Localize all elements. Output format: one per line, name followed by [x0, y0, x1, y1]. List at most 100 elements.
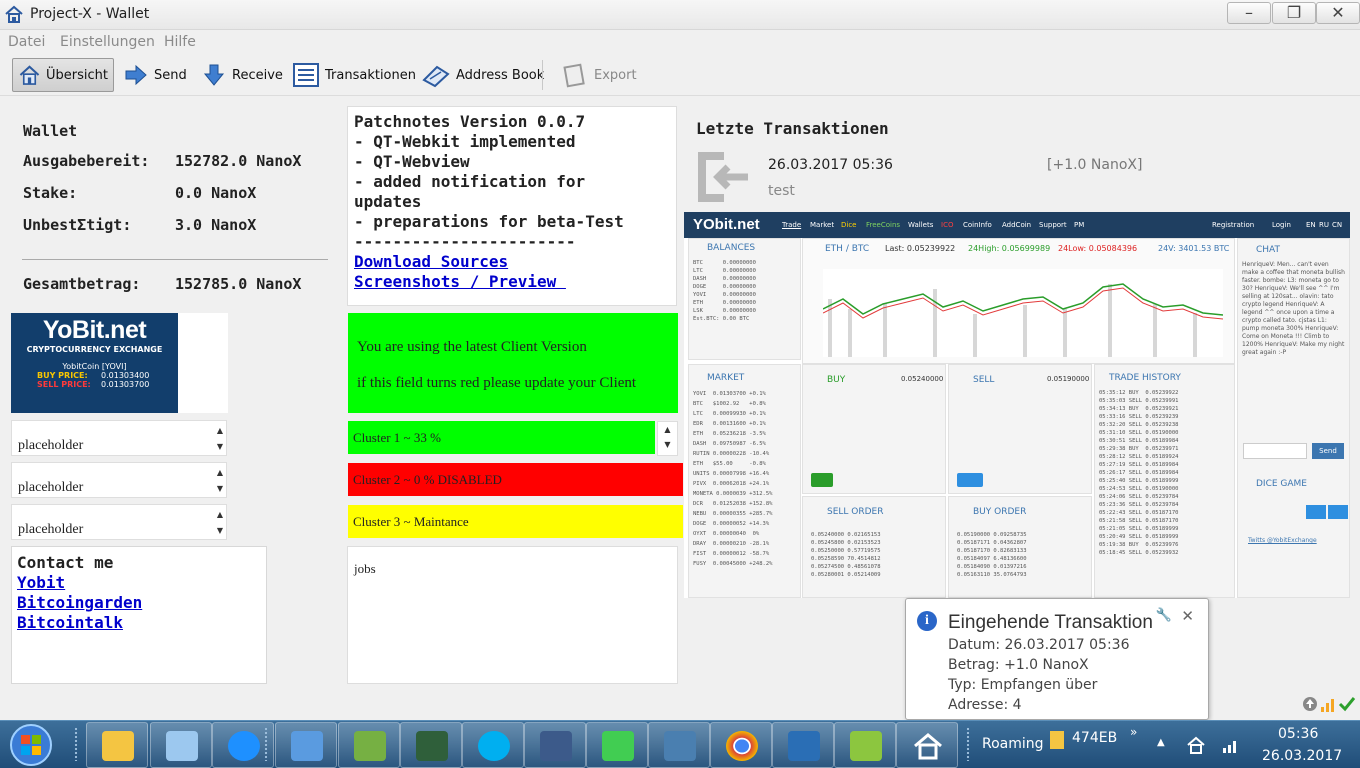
yobit-nav-market[interactable]: Market: [810, 221, 834, 229]
bitcointalk-link[interactable]: Bitcointalk: [17, 613, 123, 632]
start-button-icon[interactable]: [6, 723, 56, 767]
notification-date: Datum: 26.03.2017 05:36: [948, 637, 1130, 653]
yobit-link[interactable]: Yobit: [17, 573, 65, 592]
yobit-lang-ru[interactable]: RU: [1319, 221, 1329, 229]
yobit-trade-history-rows: 05:35:12 BUY 0.05239922 05:35:03 SELL 0.…: [1099, 390, 1179, 556]
taskbar-app-4[interactable]: [834, 722, 896, 768]
taskbar-qt-creator[interactable]: [586, 722, 648, 768]
incoming-transaction-notification[interactable]: i Eingehende Transaktion 🔧 ✕ Datum: 26.0…: [905, 598, 1209, 720]
recent-transactions-heading: Letzte Transaktionen: [696, 119, 889, 138]
paint-icon: [540, 731, 572, 761]
placeholder-spinbox[interactable]: placeholder ▲ ▼: [11, 504, 227, 540]
toolbar: Übersicht Send Receive Transaktionen Add…: [0, 54, 1360, 96]
buy-price-label: BUY PRICE:: [37, 371, 88, 380]
qt-icon: [602, 731, 634, 761]
yobit-nav-ico[interactable]: ICO: [941, 221, 953, 229]
taskbar-remote-desktop[interactable]: [772, 722, 834, 768]
receive-button[interactable]: Receive: [196, 58, 288, 92]
yobit-chat-panel: CHAT HenriqueV: Men... can't even make a…: [1237, 238, 1350, 598]
clock-date[interactable]: 26.03.2017: [1262, 748, 1342, 764]
logo-blank-area: [178, 313, 228, 413]
yobit-market-panel: MARKET YOVI 0.01303700 +0.1% BTC $1002.9…: [688, 364, 801, 598]
overview-button[interactable]: Übersicht: [12, 58, 114, 92]
transaction-label: test: [768, 183, 795, 199]
wallet-heading: Wallet: [23, 122, 78, 140]
network-signal-icon[interactable]: [1222, 737, 1240, 753]
yobit-sell-title: SELL: [973, 375, 995, 385]
yobit-nav-wallets[interactable]: Wallets: [908, 221, 933, 229]
minimize-button[interactable]: –: [1227, 2, 1271, 24]
close-button[interactable]: ✕: [1316, 2, 1360, 24]
yobit-exchange-preview[interactable]: YObit.net Trade Market Dice FreeCoins Wa…: [684, 212, 1350, 598]
spin-arrows-icon[interactable]: ▲ ▼: [217, 465, 223, 497]
yobit-balances-title: BALANCES: [707, 243, 756, 253]
placeholder-spinbox[interactable]: placeholder ▲ ▼: [11, 420, 227, 456]
menu-einstellungen[interactable]: Einstellungen: [60, 34, 155, 50]
arrow-down-icon: [203, 64, 225, 86]
address-book-button[interactable]: Address Book: [416, 58, 549, 92]
yobit-buy-order-rows: 0.05190000 0.09258735 0.05187171 0.04362…: [957, 532, 1027, 578]
yobit-nav-registration[interactable]: Registration: [1212, 221, 1254, 229]
yobit-buy-button[interactable]: [811, 473, 833, 487]
taskbar-paint[interactable]: [524, 722, 586, 768]
address-book-icon: [422, 65, 450, 88]
cluster-scroll-arrows-icon[interactable]: ▲ ▼: [657, 421, 678, 456]
taskbar-messenger[interactable]: [275, 722, 337, 768]
yobit-nav-trade[interactable]: Trade: [782, 221, 801, 229]
wallet-tray-icon[interactable]: [1186, 735, 1206, 755]
folder-label[interactable]: 474EB: [1072, 730, 1117, 746]
show-hidden-icons-icon[interactable]: ▲: [1157, 737, 1165, 748]
yobit-nav-bar: YObit.net Trade Market Dice FreeCoins Wa…: [684, 212, 1350, 238]
yobit-twitter-link[interactable]: Twitts @YobitExchange: [1248, 537, 1317, 544]
taskbar-terminal[interactable]: [400, 722, 462, 768]
clock-time[interactable]: 05:36: [1278, 726, 1318, 742]
wrench-icon[interactable]: 🔧: [1156, 608, 1172, 623]
export-button[interactable]: Export: [556, 58, 642, 92]
placeholder-spinbox[interactable]: placeholder ▲ ▼: [11, 462, 227, 498]
buy-price-value: 0.01303400: [101, 371, 150, 380]
spin-arrows-icon[interactable]: ▲ ▼: [217, 423, 223, 455]
yobit-dice-button[interactable]: [1306, 505, 1326, 519]
yobit-nav-coininfo[interactable]: CoinInfo: [963, 221, 992, 229]
yobit-chat-send-button[interactable]: Send: [1312, 443, 1344, 459]
taskbar-skype[interactable]: [462, 722, 524, 768]
yobit-nav-freecoins[interactable]: FreeCoins: [866, 221, 900, 229]
taskbar-chrome[interactable]: [710, 722, 772, 768]
yobit-lang-en[interactable]: EN: [1306, 221, 1316, 229]
patchnotes-line: - QT-Webkit implemented: [354, 132, 576, 151]
taskbar-notepad[interactable]: [150, 722, 212, 768]
chevron-right-icon[interactable]: »: [1130, 725, 1137, 739]
yobit-nav-support[interactable]: Support: [1039, 221, 1067, 229]
roaming-label[interactable]: Roaming: [982, 736, 1044, 752]
yobit-nav-addcoin[interactable]: AddCoin: [1002, 221, 1031, 229]
notification-address: Adresse: 4: [948, 697, 1022, 713]
screenshots-link[interactable]: Screenshots / Preview: [354, 272, 566, 291]
taskbar-explorer[interactable]: [86, 722, 148, 768]
yobit-sell-button[interactable]: [957, 473, 983, 487]
yobit-logo[interactable]: YoBit.net CRYPTOCURRENCY EXCHANGE YobitC…: [11, 313, 178, 413]
yobit-buy-price: 0.05240000: [901, 375, 944, 383]
transactions-button[interactable]: Transaktionen: [287, 58, 421, 92]
download-sources-link[interactable]: Download Sources: [354, 252, 508, 271]
incoming-transaction-icon: [698, 152, 748, 202]
spin-arrows-icon[interactable]: ▲ ▼: [217, 507, 223, 539]
close-icon[interactable]: ✕: [1181, 607, 1194, 625]
menu-datei[interactable]: Datei: [8, 34, 45, 50]
yobit-chat-input[interactable]: [1243, 443, 1307, 459]
taskbar-project-x-wallet[interactable]: [896, 722, 958, 768]
yobit-lang-cn[interactable]: CN: [1332, 221, 1342, 229]
menu-hilfe[interactable]: Hilfe: [164, 34, 196, 50]
yobit-nav-dice[interactable]: Dice: [841, 221, 857, 229]
yobit-nav-pm[interactable]: PM: [1074, 221, 1084, 229]
chrome-icon: [726, 731, 758, 761]
unconfirmed-label: UnbestΣtigt:: [23, 216, 132, 234]
notification-title: Eingehende Transaktion: [948, 612, 1153, 633]
send-button[interactable]: Send: [118, 58, 192, 92]
taskbar-grip: [264, 727, 268, 761]
taskbar-image-viewer[interactable]: [648, 722, 710, 768]
yobit-dice-button[interactable]: [1328, 505, 1348, 519]
bitcoingarden-link[interactable]: Bitcoingarden: [17, 593, 142, 612]
maximize-button[interactable]: ❐: [1272, 2, 1316, 24]
yobit-nav-login[interactable]: Login: [1272, 221, 1291, 229]
taskbar-editor[interactable]: [338, 722, 400, 768]
